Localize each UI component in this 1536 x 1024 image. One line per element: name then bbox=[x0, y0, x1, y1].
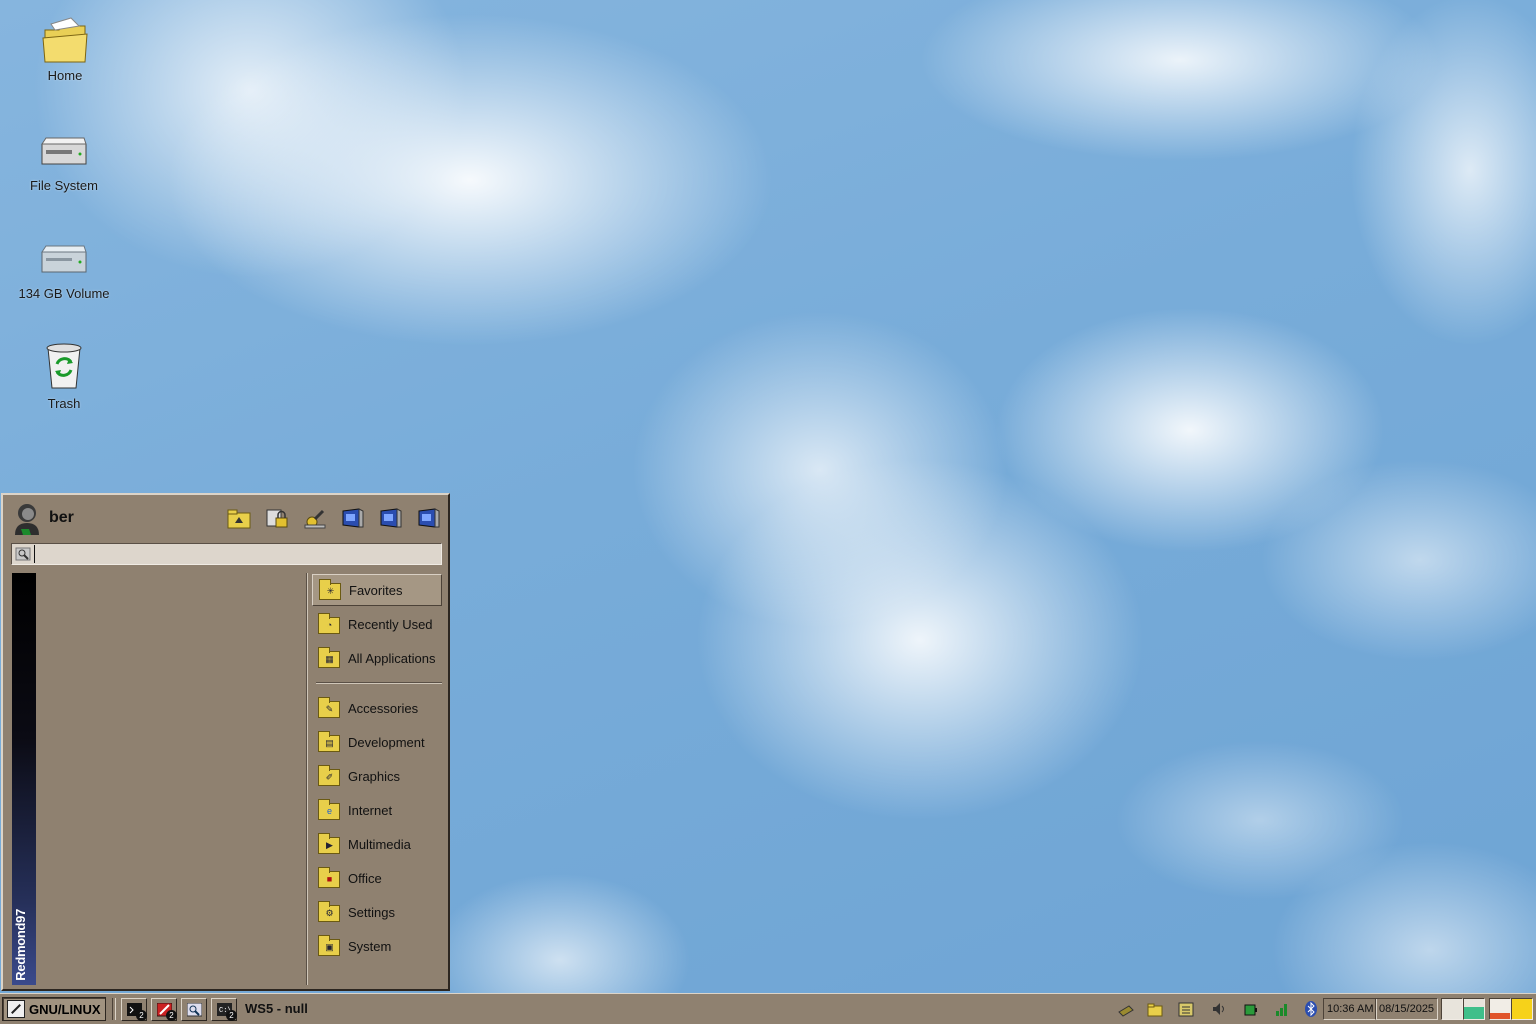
category-label: Office bbox=[348, 870, 382, 886]
category-office[interactable]: ■ Office bbox=[312, 862, 442, 894]
brand-label: Redmond97 bbox=[13, 909, 28, 981]
brand-strip: Redmond97 bbox=[12, 573, 36, 985]
pane-divider bbox=[306, 573, 308, 985]
category-all-applications[interactable]: ▦ All Applications bbox=[312, 642, 442, 674]
lock-icon[interactable] bbox=[265, 507, 289, 531]
clock-time[interactable]: 10:36 AM bbox=[1323, 998, 1378, 1020]
signal-icon[interactable] bbox=[1273, 1000, 1291, 1018]
start-menu-header: ber bbox=[11, 501, 441, 537]
launcher-search[interactable] bbox=[181, 998, 207, 1021]
taskbar: GNU/LINUX 2 2 C:\ 2 WS5 - null 10:36 AM … bbox=[0, 993, 1536, 1024]
category-label: System bbox=[348, 938, 392, 954]
network-icon[interactable] bbox=[1177, 1000, 1195, 1018]
category-label: Multimedia bbox=[348, 836, 411, 852]
category-system[interactable]: ▣ System bbox=[312, 930, 442, 962]
category-label: Graphics bbox=[348, 768, 401, 784]
category-development[interactable]: ▤ Development bbox=[312, 726, 442, 758]
launcher-tools[interactable]: 2 bbox=[151, 998, 177, 1021]
bluetooth-icon[interactable] bbox=[1302, 1000, 1320, 1018]
workspace-3[interactable] bbox=[1489, 998, 1511, 1020]
category-list: ✳ Favorites ◔ Recently Used ▦ All Applic… bbox=[312, 574, 442, 964]
category-label: Internet bbox=[348, 802, 393, 818]
graphics-folder-icon: ✐ bbox=[318, 765, 342, 787]
launcher-terminal[interactable]: 2 bbox=[121, 998, 147, 1021]
recent-folder-icon: ◔ bbox=[318, 613, 342, 635]
desktop-icon-label: 134 GB Volume bbox=[18, 286, 110, 301]
search-icon bbox=[186, 1002, 203, 1017]
notes-icon[interactable] bbox=[1117, 1000, 1135, 1018]
username: ber bbox=[49, 509, 74, 526]
category-label: Development bbox=[348, 734, 425, 750]
launcher-badge: 2 bbox=[136, 1010, 147, 1021]
start-logo-icon bbox=[7, 1000, 25, 1018]
start-menu: ber Redmond97 ✳ Favorites ◔ Recently Use… bbox=[1, 493, 450, 991]
window-icon[interactable] bbox=[417, 507, 441, 531]
category-multimedia[interactable]: ▶ Multimedia bbox=[312, 828, 442, 860]
desktop-icon-trash[interactable]: Trash bbox=[9, 340, 119, 411]
volume-icon[interactable] bbox=[1210, 1000, 1228, 1018]
start-button[interactable]: GNU/LINUX bbox=[2, 997, 106, 1021]
category-separator bbox=[316, 682, 442, 684]
taskbar-separator bbox=[112, 998, 116, 1020]
category-label: Settings bbox=[348, 904, 395, 920]
category-recently-used[interactable]: ◔ Recently Used bbox=[312, 608, 442, 640]
desktop-icon-home[interactable]: Home bbox=[10, 16, 120, 83]
launcher-terminal-window[interactable]: C:\ 2 bbox=[211, 998, 237, 1021]
start-button-label: GNU/LINUX bbox=[29, 1001, 101, 1017]
battery-icon[interactable] bbox=[1242, 1000, 1260, 1018]
category-favorites[interactable]: ✳ Favorites bbox=[312, 574, 442, 606]
desktop-icon-label: File System bbox=[30, 178, 98, 193]
category-settings[interactable]: ⚙ Settings bbox=[312, 896, 442, 928]
search-box bbox=[11, 543, 442, 565]
home-folder-icon bbox=[41, 16, 89, 64]
multimedia-folder-icon: ▶ bbox=[318, 833, 342, 855]
search-icon bbox=[15, 547, 31, 561]
user-avatar-icon bbox=[11, 501, 43, 537]
window-icon[interactable] bbox=[379, 507, 403, 531]
window-icon[interactable] bbox=[341, 507, 365, 531]
category-label: All Applications bbox=[348, 650, 436, 666]
category-accessories[interactable]: ✎ Accessories bbox=[312, 692, 442, 724]
category-internet[interactable]: e Internet bbox=[312, 794, 442, 826]
development-folder-icon: ▤ bbox=[318, 731, 342, 753]
favorites-folder-icon: ✳ bbox=[319, 579, 343, 601]
settings-icon[interactable] bbox=[303, 507, 327, 531]
desktop-icon-label: Home bbox=[47, 68, 83, 83]
system-folder-icon: ▣ bbox=[318, 935, 342, 957]
category-label: Recently Used bbox=[348, 616, 433, 632]
desktop-icon-file-system[interactable]: File System bbox=[9, 136, 119, 193]
workspace-1[interactable] bbox=[1441, 998, 1463, 1020]
clock-date[interactable]: 08/15/2025 bbox=[1375, 998, 1439, 1020]
category-graphics[interactable]: ✐ Graphics bbox=[312, 760, 442, 792]
drive-icon bbox=[40, 136, 88, 174]
category-label: Accessories bbox=[348, 700, 419, 716]
folder-icon[interactable] bbox=[1146, 1000, 1164, 1018]
category-label: Favorites bbox=[349, 582, 403, 598]
applications-folder-icon: ▦ bbox=[318, 647, 342, 669]
applications-list bbox=[39, 573, 305, 985]
accessories-folder-icon: ✎ bbox=[318, 697, 342, 719]
desktop-icon-label: Trash bbox=[47, 396, 81, 411]
workspace-2[interactable] bbox=[1463, 998, 1485, 1020]
trash-icon bbox=[40, 340, 88, 392]
home-folder-icon[interactable] bbox=[227, 507, 251, 531]
settings-folder-icon: ⚙ bbox=[318, 901, 342, 923]
launcher-badge: 2 bbox=[226, 1010, 237, 1021]
launcher-badge: 2 bbox=[166, 1010, 177, 1021]
workspace-4[interactable] bbox=[1511, 998, 1533, 1020]
search-input[interactable] bbox=[34, 545, 435, 563]
drive-icon bbox=[40, 244, 88, 282]
internet-folder-icon: e bbox=[318, 799, 342, 821]
workspace-window-title[interactable]: WS5 - null bbox=[245, 1001, 308, 1016]
office-folder-icon: ■ bbox=[318, 867, 342, 889]
desktop-icon-volume[interactable]: 134 GB Volume bbox=[9, 244, 119, 301]
